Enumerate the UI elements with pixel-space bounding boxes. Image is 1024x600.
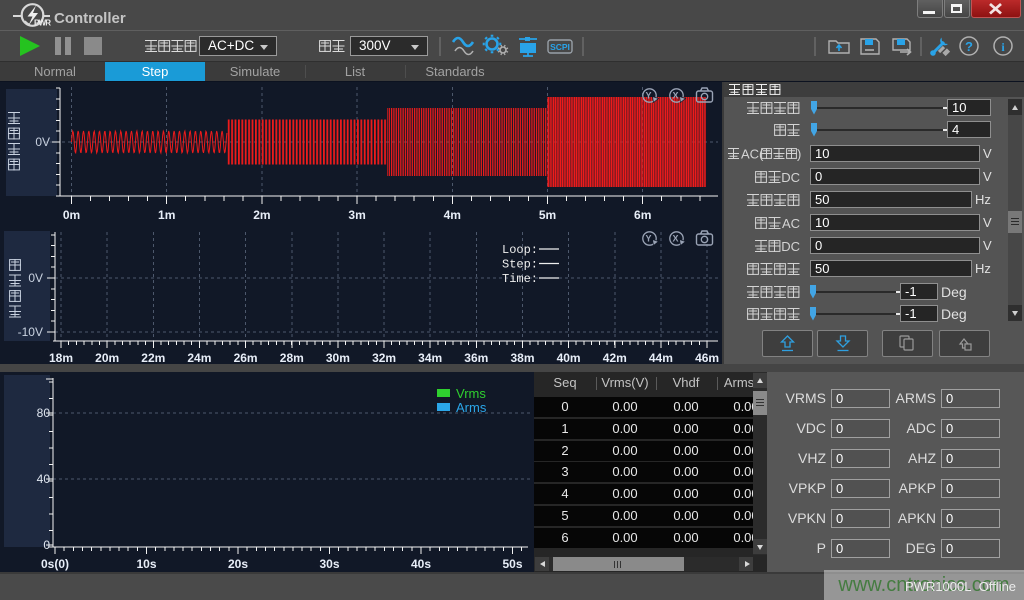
svg-text:SCPI: SCPI (550, 42, 570, 52)
svg-text:Time:: Time: (502, 272, 538, 286)
svg-text:X: X (672, 234, 678, 244)
svg-text:0V: 0V (28, 271, 43, 285)
svg-text:24m: 24m (187, 351, 211, 364)
svg-text:0s(0): 0s(0) (41, 557, 69, 571)
svg-text:i: i (1001, 40, 1005, 54)
svg-text:DC: DC (781, 239, 800, 254)
svg-text:Y: Y (645, 234, 651, 244)
svg-text:0m: 0m (63, 208, 80, 222)
svg-text:X: X (672, 91, 678, 101)
svg-text:AC(: AC( (741, 147, 764, 162)
svg-text:5m: 5m (539, 208, 556, 222)
svg-text:32m: 32m (372, 351, 396, 364)
svg-text:0: 0 (43, 538, 50, 552)
svg-text:Step:: Step: (502, 258, 538, 272)
svg-text:PWR: PWR (34, 19, 51, 28)
svg-text:0V: 0V (35, 135, 50, 149)
svg-text:50s: 50s (502, 557, 522, 571)
svg-text:36m: 36m (464, 351, 488, 364)
svg-text:AC: AC (782, 216, 800, 231)
svg-text:2m: 2m (253, 208, 270, 222)
svg-text:3m: 3m (348, 208, 365, 222)
svg-text:34m: 34m (418, 351, 442, 364)
svg-text:46m: 46m (695, 351, 719, 364)
svg-text:-10V: -10V (18, 325, 43, 339)
svg-text:22m: 22m (141, 351, 165, 364)
svg-text:26m: 26m (234, 351, 258, 364)
svg-text:18m: 18m (49, 351, 73, 364)
svg-text:6m: 6m (634, 208, 651, 222)
svg-text:20m: 20m (95, 351, 119, 364)
svg-text:30m: 30m (326, 351, 350, 364)
svg-text:4m: 4m (444, 208, 461, 222)
svg-text:10s: 10s (136, 557, 156, 571)
svg-text:DC: DC (781, 170, 800, 185)
svg-text:): ) (797, 147, 801, 162)
svg-text:1m: 1m (158, 208, 175, 222)
svg-text:30s: 30s (319, 557, 339, 571)
svg-text:80: 80 (37, 406, 51, 420)
svg-text:20s: 20s (228, 557, 248, 571)
svg-text:28m: 28m (280, 351, 304, 364)
svg-text:38m: 38m (510, 351, 534, 364)
svg-text:40s: 40s (411, 557, 431, 571)
svg-text:Loop:: Loop: (502, 243, 538, 257)
svg-text:44m: 44m (649, 351, 673, 364)
svg-text:?: ? (965, 39, 973, 54)
svg-text:Arms: Arms (456, 400, 487, 415)
svg-text:Y: Y (645, 91, 651, 101)
svg-text:40m: 40m (557, 351, 581, 364)
svg-text:40: 40 (37, 472, 51, 486)
svg-text:42m: 42m (603, 351, 627, 364)
svg-text:Vrms: Vrms (456, 386, 486, 401)
